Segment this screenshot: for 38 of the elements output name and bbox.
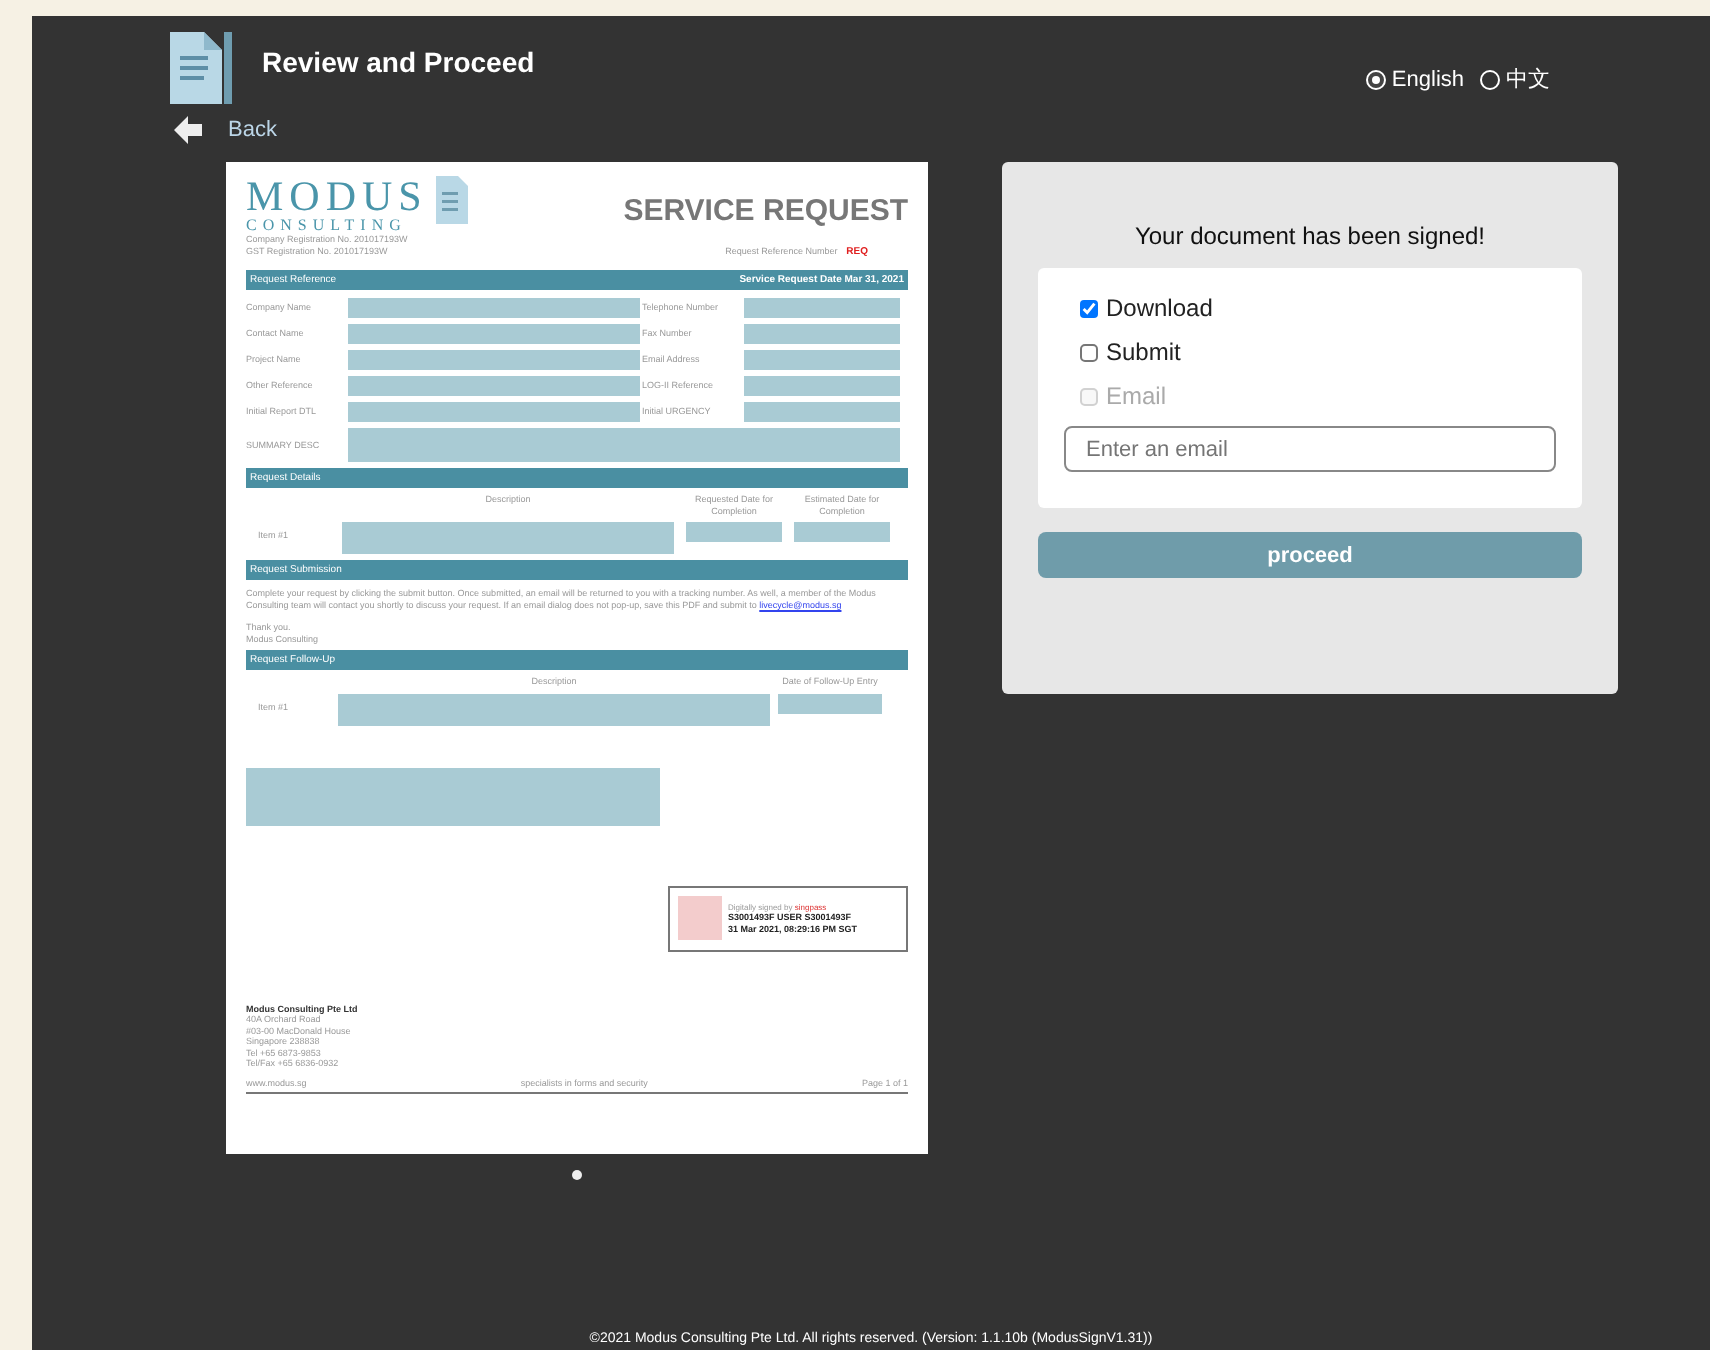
option-label[interactable]: Download	[1106, 294, 1213, 322]
form-field[interactable]	[246, 767, 660, 825]
back-label: Back	[228, 118, 277, 142]
form-field[interactable]	[348, 376, 640, 396]
option-label[interactable]: Submit	[1106, 338, 1181, 366]
form-field[interactable]	[348, 428, 900, 462]
form-field[interactable]	[744, 376, 900, 396]
form-field[interactable]	[348, 402, 640, 422]
company-logo-subtext: CONSULTING	[246, 216, 409, 234]
page-indicator-dot[interactable]	[572, 1170, 582, 1180]
document-logo-icon	[166, 28, 234, 108]
back-link[interactable]: Back	[172, 114, 277, 146]
language-label[interactable]: 中文	[1506, 64, 1550, 94]
form-field[interactable]	[778, 693, 882, 713]
form-field[interactable]	[744, 350, 900, 370]
form-field[interactable]	[348, 350, 640, 370]
page-title: Review and Proceed	[262, 46, 535, 78]
form-field[interactable]	[348, 324, 640, 344]
back-arrow-icon	[172, 114, 204, 146]
form-field[interactable]	[686, 522, 782, 542]
document-heading: SERVICE REQUEST	[623, 196, 908, 228]
form-field[interactable]	[338, 693, 770, 725]
form-field[interactable]	[744, 402, 900, 422]
option-checkbox[interactable]	[1080, 343, 1098, 361]
language-radio[interactable]	[1480, 69, 1500, 89]
form-field[interactable]	[794, 522, 890, 542]
option-checkbox[interactable]	[1080, 299, 1098, 317]
form-field[interactable]	[348, 298, 640, 318]
form-field[interactable]	[342, 522, 674, 554]
email-input[interactable]: Enter an email	[1064, 426, 1556, 472]
company-logo-text: MODUS	[246, 176, 428, 216]
language-radio[interactable]	[1365, 69, 1386, 89]
signed-message: Your document has been signed!	[1132, 222, 1488, 250]
form-field[interactable]	[744, 298, 900, 318]
signature-seal-icon	[678, 896, 722, 940]
form-field[interactable]	[744, 324, 900, 344]
document-logo-icon	[435, 176, 468, 224]
language-label[interactable]: English	[1391, 67, 1464, 91]
